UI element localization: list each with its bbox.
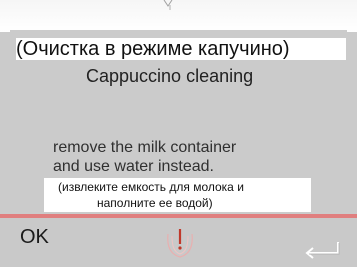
top-indicator-icon [163,0,173,10]
dialog-title-ru: (Очистка в режиме капучино) [16,38,346,60]
ok-button[interactable]: OK [20,226,49,249]
message-en-line-2: and use water instead. [53,158,214,175]
message-ru-line-1: (извлеките емкость для молока и [58,180,244,194]
enter-return-icon[interactable] [302,240,344,266]
dialog-title-en: Cappuccino cleaning [86,66,254,86]
message-en-line-1: remove the milk container [53,139,237,156]
warning-drop-icon [167,229,193,258]
message-ru-line-2: наполните ее водой) [97,196,213,210]
machine-display: (Очистка в режиме капучино) Cappuccino c… [0,0,357,267]
